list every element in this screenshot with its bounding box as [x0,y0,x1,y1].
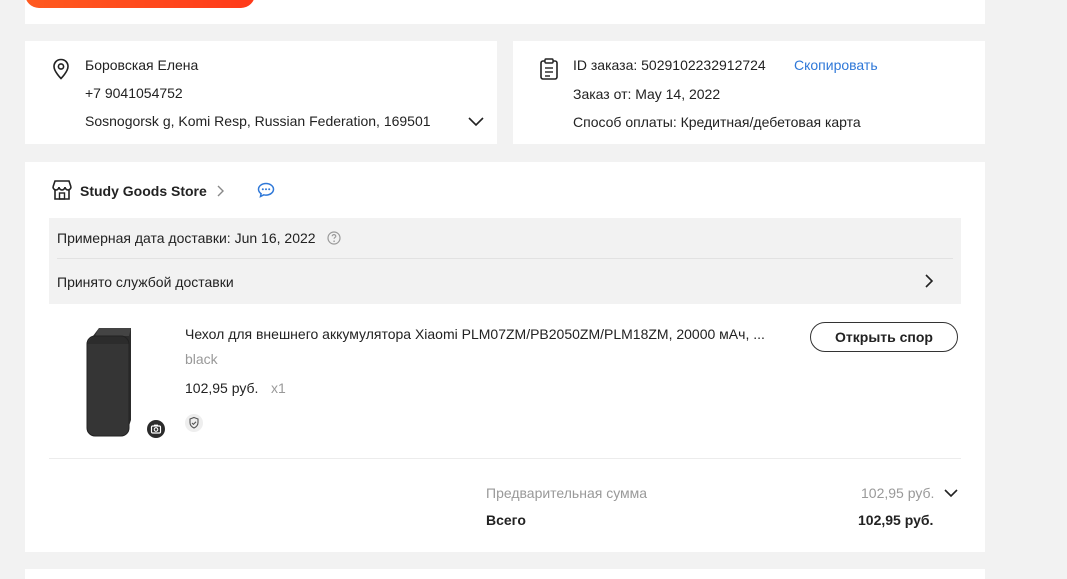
product-title[interactable]: Чехол для внешнего аккумулятора Xiaomi P… [185,325,765,343]
chevron-right-icon[interactable] [923,273,935,289]
delivery-estimate: Примерная дата доставки: Jun 16, 2022 [57,230,316,246]
recipient-address: Sosnogorsk g, Komi Resp, Russian Federat… [85,113,431,129]
copy-order-id-link[interactable]: Скопировать [794,56,878,74]
delivery-status-box: Примерная дата доставки: Jun 16, 2022 Пр… [49,218,961,304]
payment-method: Способ оплаты: Кредитная/дебетовая карта [573,114,861,130]
product-variant: black [185,351,218,367]
delivery-status: Принято службой доставки [57,274,234,290]
order-date: Заказ от: May 14, 2022 [573,86,721,102]
shipping-address-card: Боровская Елена +7 9041054752 Sosnogorsk… [25,41,497,144]
chevron-down-icon[interactable] [943,487,959,499]
product-price: 102,95 руб. [185,380,259,396]
product-quantity: x1 [271,380,286,396]
recipient-name: Боровская Елена [85,57,199,73]
item-divider [49,458,961,459]
shield-check-icon [185,414,203,432]
chevron-right-icon[interactable] [215,184,225,198]
store-order-card: Study Goods Store Примерная дата доставк… [25,162,985,552]
order-info-card: ID заказа: 5029102232912724 Скопировать … [513,41,985,144]
camera-icon[interactable] [147,420,165,438]
location-pin-icon [53,58,69,80]
order-document-icon [540,58,558,80]
total-value: 102,95 руб. [858,512,934,528]
subtotal-value: 102,95 руб. [861,485,935,501]
store-name-link[interactable]: Study Goods Store [80,182,207,200]
open-dispute-button[interactable]: Открыть спор [810,322,958,352]
order-id: ID заказа: 5029102232912724 [573,57,766,73]
recipient-phone: +7 9041054752 [85,85,183,101]
total-label: Всего [486,512,526,528]
chevron-down-icon[interactable] [467,114,485,128]
chat-icon[interactable] [257,182,275,198]
subtotal-label: Предварительная сумма [486,485,648,501]
product-image[interactable] [85,326,133,438]
next-card [25,569,985,579]
help-icon[interactable] [327,231,341,245]
store-icon [52,180,72,200]
top-action-button[interactable] [25,0,255,8]
delivery-divider [57,258,953,259]
